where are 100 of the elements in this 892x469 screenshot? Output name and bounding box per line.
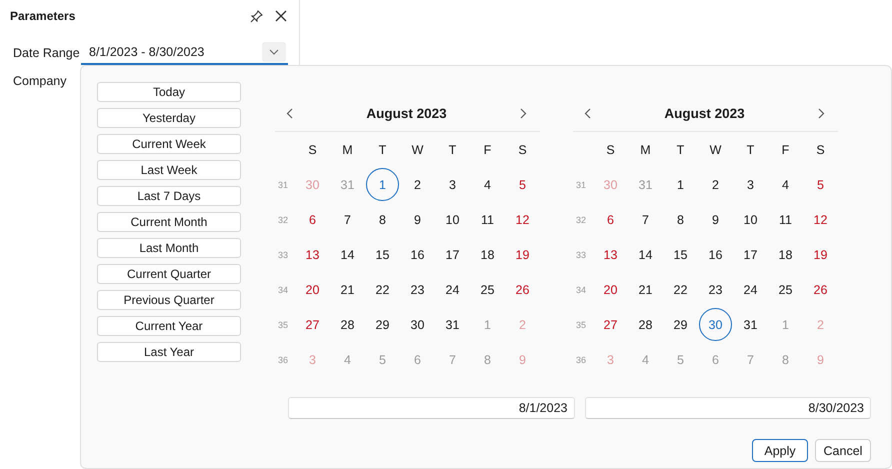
calendar-day[interactable]: 19 — [804, 238, 837, 271]
calendar-day[interactable]: 23 — [699, 273, 732, 306]
calendar-day[interactable]: 27 — [296, 308, 329, 341]
pin-icon[interactable] — [250, 10, 263, 22]
calendar-day[interactable]: 10 — [436, 203, 469, 236]
calendar-day[interactable]: 17 — [436, 238, 469, 271]
calendar-day[interactable]: 1 — [366, 168, 399, 201]
calendar-day[interactable]: 25 — [769, 273, 802, 306]
calendar-day[interactable]: 2 — [401, 168, 434, 201]
dropdown-button[interactable] — [262, 42, 286, 62]
preset-button[interactable]: Current Quarter — [97, 264, 241, 284]
date-range-field[interactable]: 8/1/2023 - 8/30/2023 — [81, 41, 288, 65]
calendar-day[interactable]: 5 — [506, 168, 539, 201]
calendar-day[interactable]: 26 — [506, 273, 539, 306]
calendar-day[interactable]: 9 — [699, 203, 732, 236]
calendar-day[interactable]: 12 — [804, 203, 837, 236]
calendar-day[interactable]: 16 — [401, 238, 434, 271]
calendar-day[interactable]: 11 — [471, 203, 504, 236]
weekday-label: F — [780, 142, 790, 158]
calendar-day[interactable]: 2 — [699, 168, 732, 201]
preset-button[interactable]: Current Week — [97, 134, 241, 154]
preset-button[interactable]: Today — [97, 82, 241, 102]
preset-button[interactable]: Last Month — [97, 238, 241, 258]
week-number: 34 — [575, 284, 588, 296]
weekday-label: W — [708, 142, 722, 158]
calendar-day[interactable]: 22 — [366, 273, 399, 306]
calendar-day[interactable]: 13 — [296, 238, 329, 271]
calendar-day[interactable]: 4 — [471, 168, 504, 201]
calendar-day[interactable]: 26 — [804, 273, 837, 306]
calendar-day[interactable]: 18 — [769, 238, 802, 271]
month-title: August 2023 — [366, 106, 447, 121]
calendar-day[interactable]: 13 — [594, 238, 627, 271]
calendar-day[interactable]: 27 — [594, 308, 627, 341]
calendar-day[interactable]: 20 — [594, 273, 627, 306]
calendar-day[interactable]: 30 — [699, 308, 732, 341]
chevron-left-icon[interactable] — [286, 108, 293, 119]
calendar-day[interactable]: 28 — [331, 308, 364, 341]
field-label: Date Range — [13, 46, 81, 60]
calendar-day[interactable]: 19 — [506, 238, 539, 271]
calendar-day[interactable]: 21 — [629, 273, 662, 306]
calendar-day[interactable]: 18 — [471, 238, 504, 271]
chevron-down-icon — [269, 49, 279, 55]
calendar-day[interactable]: 11 — [769, 203, 802, 236]
weekday-label: F — [482, 142, 492, 158]
week-number: 31 — [575, 178, 588, 192]
preset-button[interactable]: Last Week — [97, 160, 241, 180]
preset-button[interactable]: Current Year — [97, 316, 241, 336]
preset-button[interactable]: Yesterday — [97, 108, 241, 128]
calendar-day[interactable]: 24 — [436, 273, 469, 306]
calendar-day[interactable]: 16 — [699, 238, 732, 271]
date-input[interactable]: 8/30/2023 — [584, 397, 871, 419]
weekday-label: S — [605, 142, 616, 158]
calendar-day[interactable]: 7 — [629, 203, 662, 236]
weekday-label: T — [746, 142, 756, 158]
chevron-right-icon[interactable] — [520, 108, 527, 119]
calendar-day[interactable]: 4 — [769, 168, 802, 201]
calendar-day[interactable]: 9 — [401, 203, 434, 236]
calendar-day[interactable]: 28 — [629, 308, 662, 341]
preset-button[interactable]: Previous Quarter — [97, 290, 241, 310]
calendar-day[interactable]: 12 — [506, 203, 539, 236]
cancel-button[interactable]: Cancel — [815, 439, 871, 462]
calendar-day[interactable]: 23 — [401, 273, 434, 306]
calendar-day[interactable]: 31 — [436, 308, 469, 341]
calendar-day[interactable]: 10 — [734, 203, 767, 236]
field-label: Company — [13, 74, 68, 88]
calendar-day[interactable]: 30 — [401, 308, 434, 341]
chevron-right-icon[interactable] — [818, 108, 825, 119]
calendar-day[interactable]: 14 — [629, 238, 662, 271]
weekday-label: M — [341, 142, 354, 158]
calendar-day[interactable]: 31 — [734, 308, 767, 341]
calendar-day[interactable]: 7 — [331, 203, 364, 236]
calendar-day[interactable]: 17 — [734, 238, 767, 271]
preset-button[interactable]: Last 7 Days — [97, 186, 241, 206]
calendar-day[interactable]: 20 — [296, 273, 329, 306]
week-number: 31 — [277, 178, 290, 192]
calendar-day[interactable]: 6 — [296, 203, 329, 236]
calendar-day[interactable]: 8 — [366, 203, 399, 236]
weekday-label: W — [410, 142, 424, 158]
calendar-day[interactable]: 14 — [331, 238, 364, 271]
calendar-day[interactable]: 15 — [664, 238, 697, 271]
panel-title: Parameters — [10, 9, 76, 23]
calendar-day[interactable]: 21 — [331, 273, 364, 306]
calendar-day[interactable]: 1 — [664, 168, 697, 201]
close-icon[interactable] — [275, 10, 287, 22]
calendar-day[interactable]: 8 — [664, 203, 697, 236]
calendar-day[interactable]: 15 — [366, 238, 399, 271]
date-input[interactable]: 8/1/2023 — [288, 397, 574, 419]
calendar-day[interactable]: 5 — [804, 168, 837, 201]
calendar-day[interactable]: 22 — [664, 273, 697, 306]
calendar-day[interactable]: 29 — [664, 308, 697, 341]
preset-button[interactable]: Last Year — [97, 342, 241, 362]
calendar-day[interactable]: 25 — [471, 273, 504, 306]
chevron-left-icon[interactable] — [584, 108, 591, 119]
apply-button[interactable]: Apply — [752, 439, 808, 462]
calendar-day[interactable]: 6 — [594, 203, 627, 236]
calendar-day[interactable]: 29 — [366, 308, 399, 341]
calendar-day[interactable]: 24 — [734, 273, 767, 306]
calendar-day[interactable]: 3 — [734, 168, 767, 201]
preset-button[interactable]: Current Month — [97, 212, 241, 232]
calendar-day[interactable]: 3 — [436, 168, 469, 201]
